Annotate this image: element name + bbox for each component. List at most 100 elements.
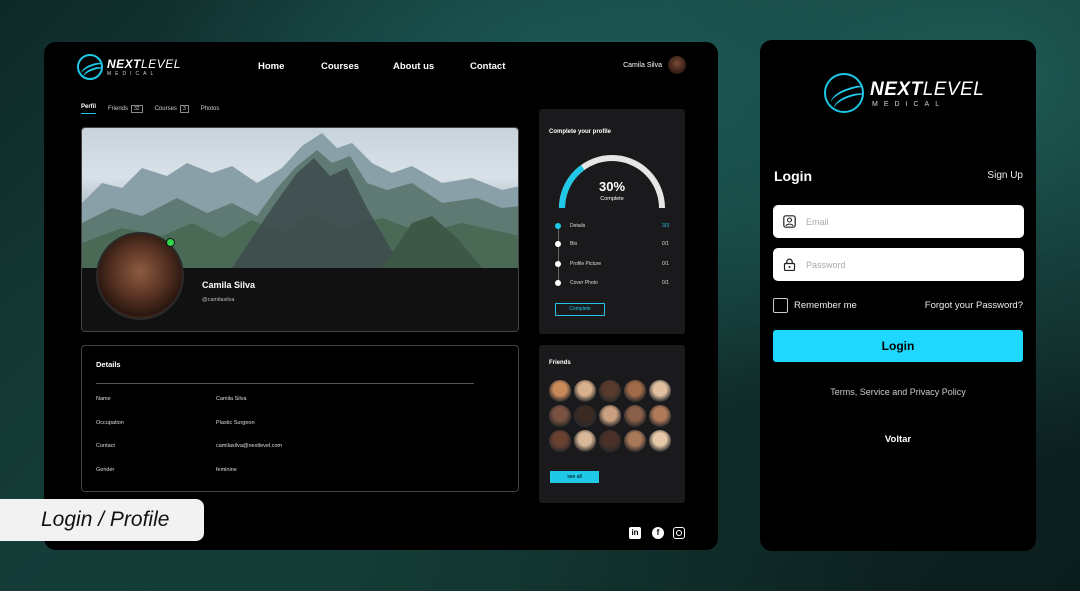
detail-key: Contact (96, 443, 115, 449)
login-window: NEXTLEVEL MEDICAL Login Sign Up Remember… (760, 40, 1036, 551)
sign-up-link[interactable]: Sign Up (987, 170, 1023, 181)
friend-avatar[interactable] (624, 430, 646, 452)
step-dot-icon (555, 280, 561, 286)
brand-logo[interactable]: NEXTLEVEL MEDICAL (824, 73, 984, 113)
details-divider (96, 383, 474, 384)
forgot-password-link[interactable]: Forgot your Password? (925, 300, 1023, 311)
friend-avatar[interactable] (649, 430, 671, 452)
logo-text-light: LEVEL (922, 78, 985, 100)
complete-profile-card: Complete your profile 30% Complete Detai… (539, 109, 685, 334)
nav-courses[interactable]: Courses (321, 61, 359, 72)
step-label: Cover Photo (570, 280, 598, 286)
step-dot-icon (555, 223, 561, 229)
back-button[interactable]: Voltar (760, 434, 1036, 445)
friend-avatar[interactable] (649, 405, 671, 427)
password-input[interactable] (806, 256, 1006, 273)
friend-avatar[interactable] (599, 405, 621, 427)
friend-avatar[interactable] (549, 430, 571, 452)
password-field[interactable] (773, 248, 1024, 281)
step-value: 0/1 (662, 261, 669, 267)
instagram-icon[interactable] (673, 527, 685, 539)
logo-text-light: LEVEL (141, 57, 181, 71)
step-label: Profile Picture (570, 261, 602, 267)
logo-text-bold: NEXT (107, 57, 142, 71)
nav-about[interactable]: About us (393, 61, 434, 72)
detail-value: Camila Silva (216, 396, 247, 402)
header-user-menu[interactable]: Camila Silva (623, 56, 686, 74)
complete-profile-title: Complete your profile (549, 129, 612, 135)
user-icon (783, 215, 796, 228)
logo-tagline: MEDICAL (872, 100, 946, 108)
friends-grid (549, 380, 671, 452)
tab-courses[interactable]: Courses 3 (155, 104, 189, 114)
tab-friends[interactable]: Friends 32 (108, 104, 143, 114)
profile-tabs: Perfil Friends 32 Courses 3 Photos (81, 104, 219, 114)
profile-name: Camila Silva (202, 280, 256, 290)
remember-me[interactable]: Remember me (773, 298, 857, 313)
step-value: 0/1 (662, 241, 669, 247)
detail-value: Plastic Surgeon (216, 420, 255, 426)
profile-cover-card: Camila Silva @camilasilva (81, 127, 519, 332)
steps-connector (558, 229, 559, 285)
lock-icon (783, 258, 796, 271)
details-title: Details (96, 360, 121, 369)
tab-label: Courses (154, 106, 177, 112)
friend-avatar[interactable] (599, 430, 621, 452)
detail-key: Occupation (96, 420, 124, 426)
tab-count-badge: 3 (179, 105, 189, 113)
friend-avatar[interactable] (574, 380, 596, 402)
brand-logo[interactable]: NEXTLEVEL MEDICAL (77, 54, 181, 80)
tab-label: Friends (108, 106, 129, 112)
friend-avatar[interactable] (549, 380, 571, 402)
facebook-icon[interactable]: f (652, 527, 664, 539)
email-input[interactable] (806, 213, 1006, 230)
detail-key: Name (96, 396, 111, 402)
profile-handle: @camilasilva (202, 297, 235, 303)
tab-perfil[interactable]: Perfil (81, 104, 97, 114)
step-dot-icon (555, 261, 561, 267)
header-avatar[interactable] (668, 56, 686, 74)
section-badge: Login / Profile (0, 499, 204, 541)
login-button[interactable]: Login (773, 330, 1023, 362)
step-value: 0/1 (662, 280, 669, 286)
email-field[interactable] (773, 205, 1024, 238)
friend-avatar[interactable] (624, 405, 646, 427)
friends-title: Friends (549, 360, 571, 366)
friend-avatar[interactable] (549, 405, 571, 427)
remember-me-checkbox[interactable] (773, 298, 788, 313)
logo-mark-icon (77, 54, 103, 80)
friends-card: Friends see all (539, 345, 685, 503)
friend-avatar[interactable] (624, 380, 646, 402)
friend-avatar[interactable] (574, 430, 596, 452)
see-all-friends-button[interactable]: see all (550, 471, 599, 483)
complete-profile-button[interactable]: Complete (555, 303, 605, 316)
friend-avatar[interactable] (599, 380, 621, 402)
completion-percent: 30% (598, 179, 626, 194)
completion-status: Complete (600, 196, 624, 202)
step-dot-icon (555, 241, 561, 247)
details-card: Details Name Camila Silva Occupation Plast… (81, 345, 519, 492)
step-value: 3/3 (662, 223, 669, 229)
nav-home[interactable]: Home (258, 61, 284, 72)
tab-count-badge: 32 (131, 105, 143, 113)
remember-me-label: Remember me (794, 300, 857, 311)
logo-text-bold: NEXT (870, 78, 923, 100)
linkedin-icon[interactable]: in (629, 527, 641, 539)
friend-avatar[interactable] (649, 380, 671, 402)
online-status-indicator (166, 238, 175, 247)
tab-photos[interactable]: Photos (201, 104, 220, 114)
terms-link[interactable]: Terms, Service and Privacy Policy (760, 387, 1036, 397)
friend-avatar[interactable] (574, 405, 596, 427)
tab-label: Perfil (81, 104, 97, 110)
detail-value: feminine (216, 467, 237, 473)
logo-mark-icon (824, 73, 864, 113)
detail-key: Gender (96, 467, 115, 473)
tab-label: Photos (200, 106, 220, 112)
step-label: Details (570, 223, 586, 229)
detail-value: camilasilva@nextlevel.com (216, 443, 283, 449)
login-title: Login (774, 168, 813, 184)
profile-window: NEXTLEVEL MEDICAL Home Courses About us … (44, 42, 718, 550)
nav-contact[interactable]: Contact (470, 61, 505, 72)
header-user-name: Camila Silva (623, 61, 662, 69)
step-label: Bio (570, 241, 578, 247)
